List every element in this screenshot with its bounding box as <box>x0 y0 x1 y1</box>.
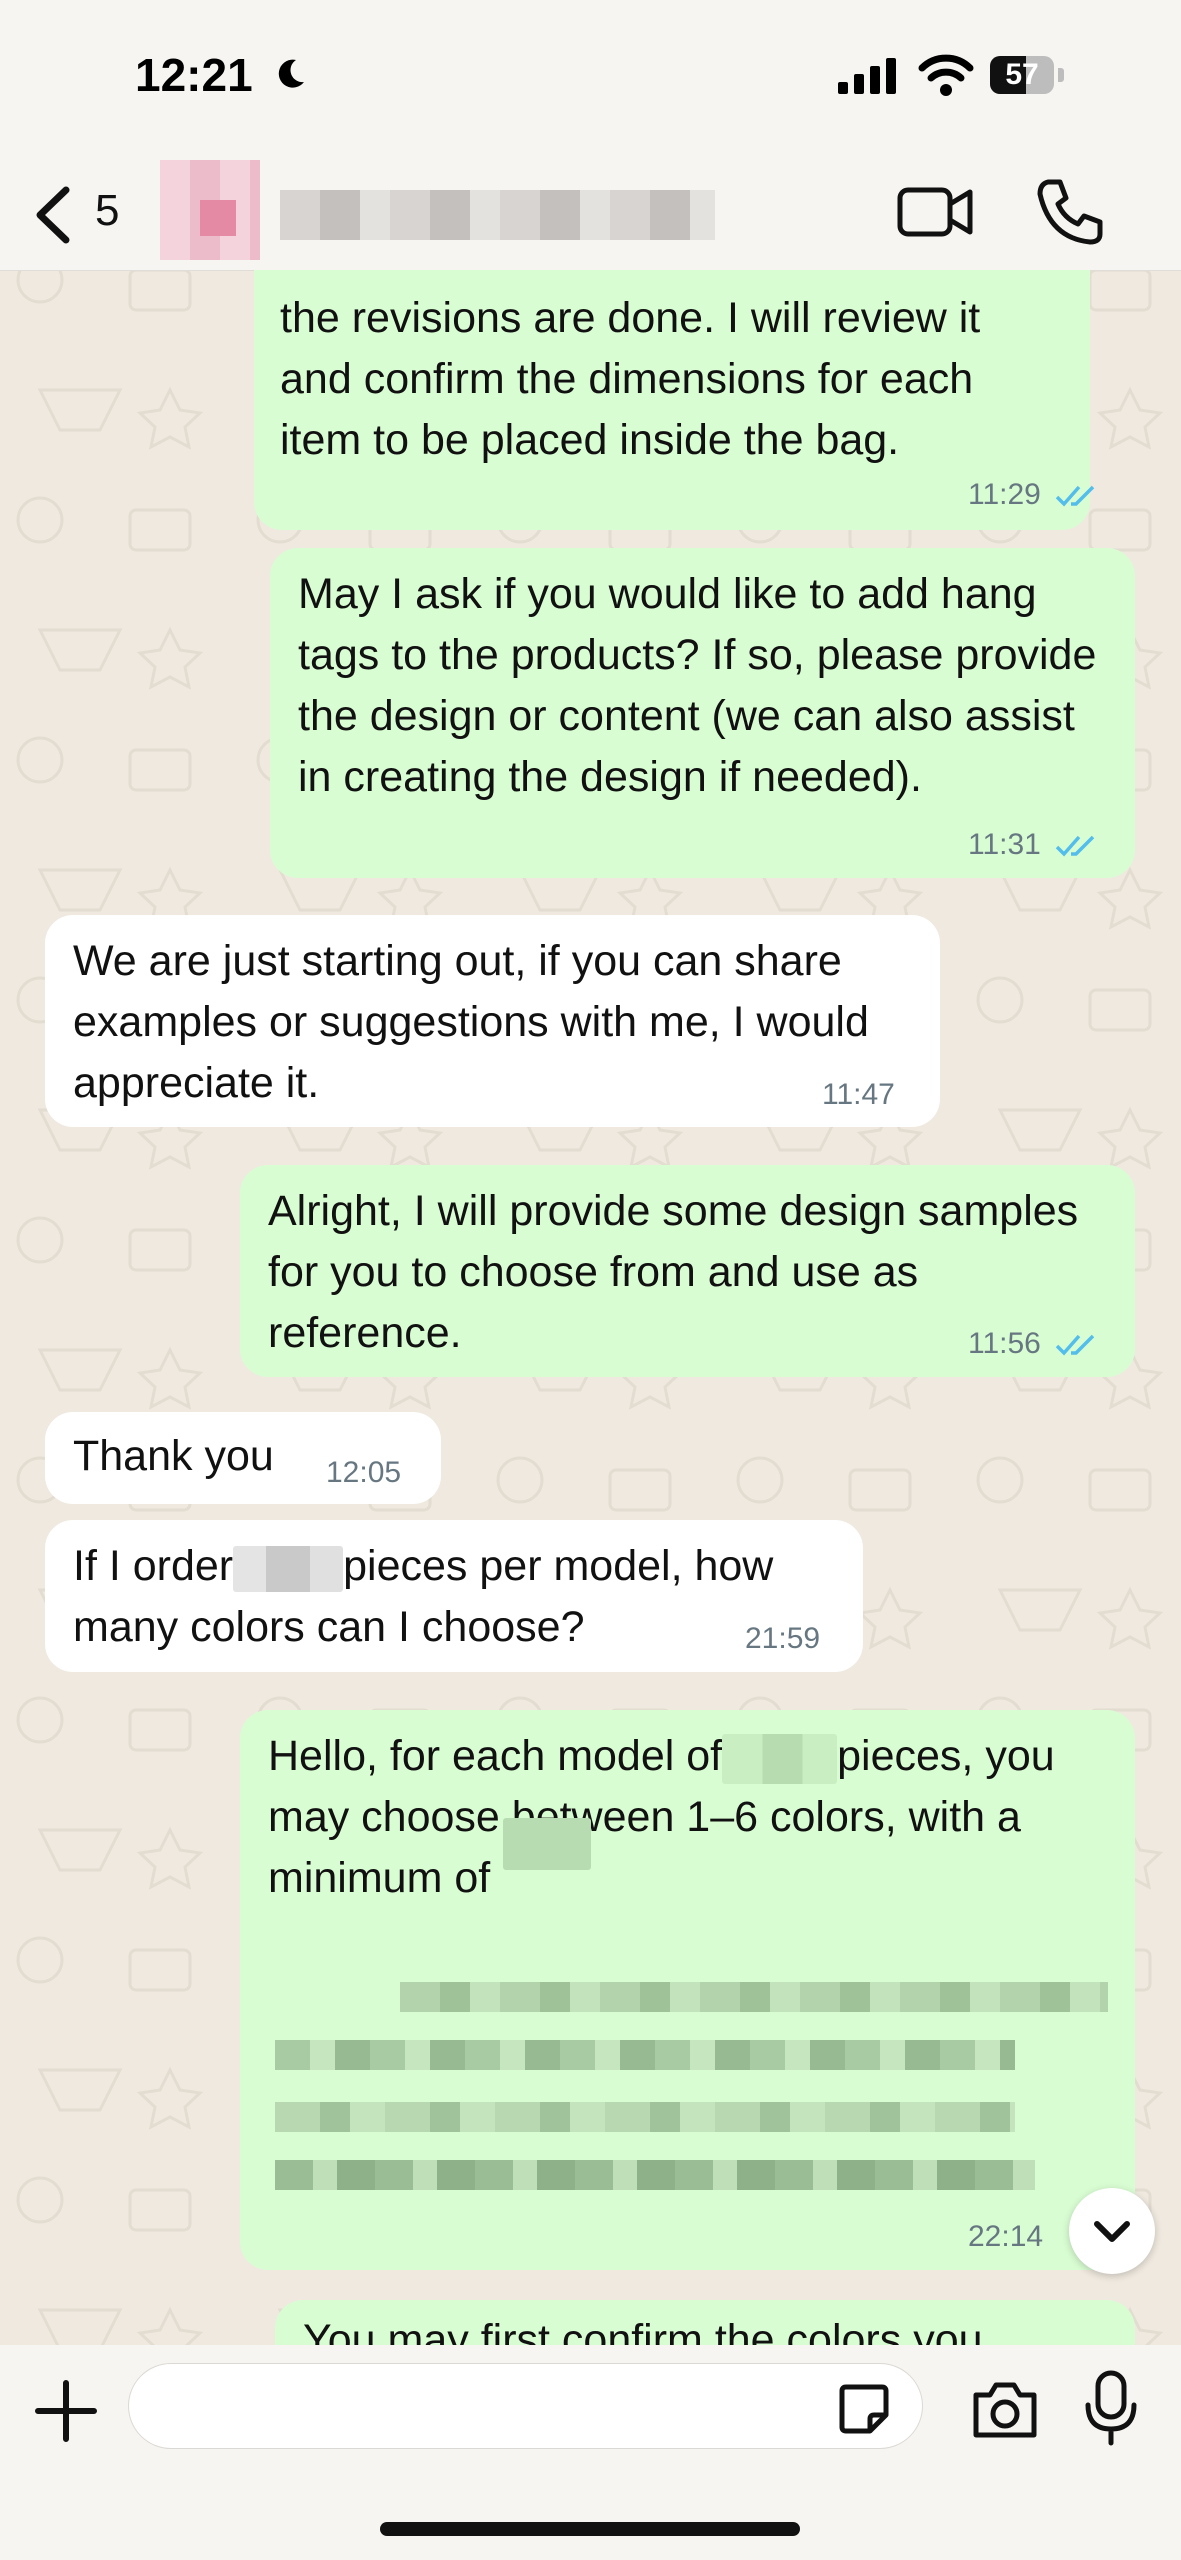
composer-bar <box>0 2345 1181 2560</box>
redacted-text-line <box>275 2160 1035 2190</box>
unread-count[interactable]: 5 <box>95 186 119 236</box>
battery-icon: 57 <box>990 56 1054 94</box>
message-text: If I order pieces per model, how many col… <box>73 1542 774 1651</box>
cellular-signal-icon <box>838 58 896 94</box>
camera-icon[interactable] <box>968 2373 1042 2447</box>
message-text: May I ask if you would like to add hang … <box>298 570 1097 801</box>
message-text: You may first confirm the colors you <box>303 2316 983 2345</box>
read-receipt-icon <box>1055 835 1095 857</box>
message-time: 22:14 <box>968 2220 1044 2253</box>
video-call-icon[interactable] <box>896 172 976 252</box>
redacted-text-line <box>400 1982 1108 2012</box>
message-time: 11:29 <box>968 478 1101 512</box>
back-chevron-icon[interactable] <box>26 180 86 250</box>
message-bubble-outgoing[interactable]: the revisions are done. I will review it… <box>254 270 1090 530</box>
message-bubble-incoming[interactable]: We are just starting out, if you can sha… <box>45 915 940 1127</box>
plus-icon[interactable] <box>30 2375 102 2447</box>
scroll-to-bottom-button[interactable] <box>1069 2188 1155 2274</box>
redacted-quantity <box>233 1545 344 1592</box>
sticker-icon[interactable] <box>836 2381 892 2437</box>
read-receipt-icon <box>1055 485 1095 507</box>
message-time: 21:59 <box>745 1622 821 1655</box>
message-text: Hello, for each model of pieces, you may … <box>268 1732 1055 1902</box>
battery-percentage: 57 <box>1005 58 1039 91</box>
redacted-quantity <box>722 1733 838 1784</box>
message-list[interactable]: the revisions are done. I will review it… <box>0 270 1181 2345</box>
contact-avatar[interactable] <box>160 160 260 260</box>
microphone-icon[interactable] <box>1080 2369 1142 2449</box>
read-receipt-icon <box>1055 1334 1095 1356</box>
message-input[interactable] <box>128 2363 923 2449</box>
home-indicator <box>380 2522 800 2536</box>
contact-name-redacted[interactable] <box>280 190 715 240</box>
chevron-down-icon <box>1094 2221 1130 2242</box>
battery-tip <box>1058 68 1064 82</box>
wifi-icon <box>918 54 974 96</box>
chat-header: 5 <box>0 160 1181 271</box>
message-time: 11:31 <box>968 828 1101 862</box>
voice-call-icon[interactable] <box>1030 172 1110 252</box>
message-text: the revisions are done. I will review it… <box>280 294 981 464</box>
message-time: 11:56 <box>968 1327 1101 1361</box>
redacted-text-line <box>275 2102 1015 2132</box>
status-bar: 12:21 57 <box>0 0 1181 160</box>
message-time: 11:47 <box>822 1078 895 1111</box>
redacted-minimum <box>503 1818 591 1870</box>
status-time: 12:21 <box>135 49 253 101</box>
message-bubble-incoming[interactable]: If I order pieces per model, how many col… <box>45 1520 863 1672</box>
message-bubble-outgoing[interactable]: You may first confirm the colors you <box>275 2300 1135 2345</box>
message-time: 12:05 <box>326 1456 402 1489</box>
message-text: We are just starting out, if you can sha… <box>73 937 869 1107</box>
redacted-text-line <box>275 2040 1015 2070</box>
focus-moon-icon <box>278 59 304 88</box>
